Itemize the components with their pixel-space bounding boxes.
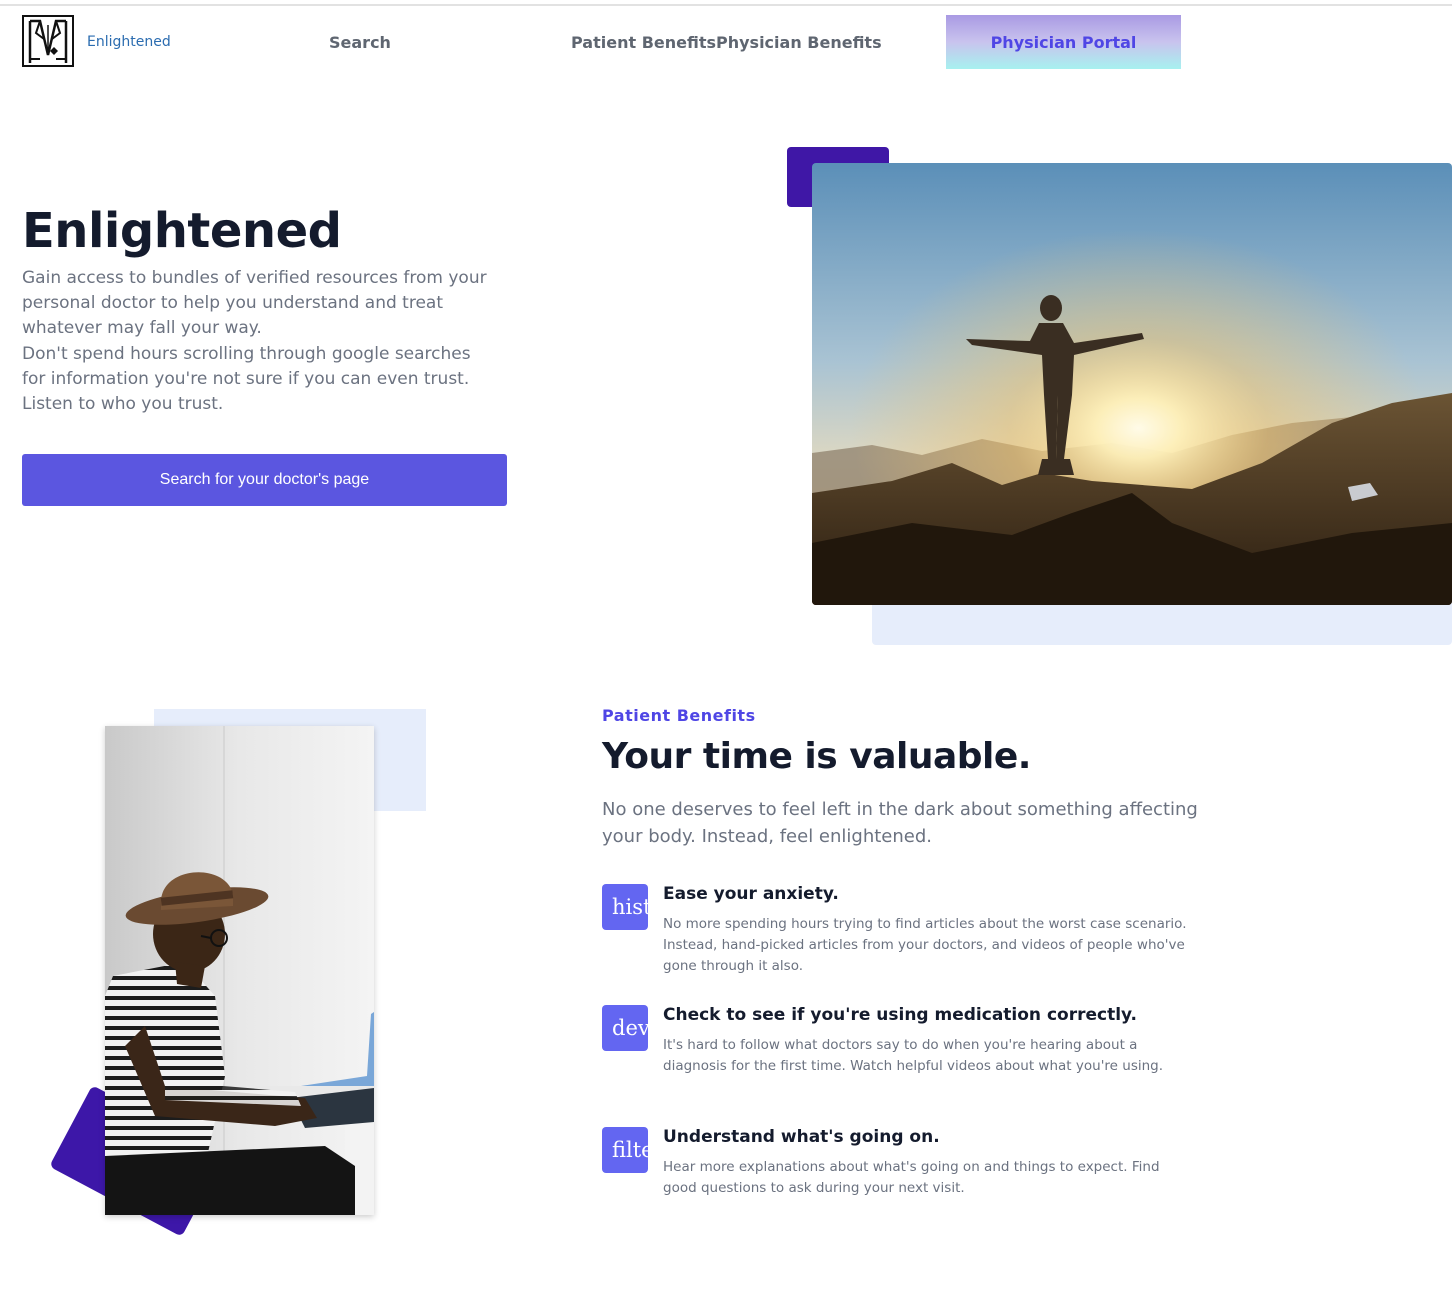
hero-description-line: for information you're not sure if you c…: [22, 368, 470, 389]
logo-icon[interactable]: [22, 15, 74, 67]
hero-description: Gain access to bundles of verified resou…: [22, 266, 512, 417]
nav-search-link[interactable]: Search: [329, 33, 391, 52]
feature-title: Ease your anxiety.: [663, 884, 839, 904]
feature-body-line: Instead, hand-picked articles from your …: [663, 937, 1185, 953]
feature-body-line: good questions to ask during your next v…: [663, 1180, 965, 1196]
benefits-description-line: No one deserves to feel left in the dark…: [602, 799, 1198, 820]
hero-mountain-photo: [812, 163, 1452, 605]
logo-text[interactable]: Enlightened: [87, 34, 171, 50]
filter-icon: filter: [602, 1127, 648, 1173]
feature-body-line: diagnosis for the first time. Watch help…: [663, 1058, 1164, 1074]
hero-description-line: Gain access to bundles of verified resou…: [22, 268, 487, 288]
feature-body-line: gone through it also.: [663, 958, 804, 974]
physician-portal-button[interactable]: Physician Portal: [946, 15, 1181, 69]
nav-physician-benefits-link[interactable]: Physician Benefits: [716, 33, 882, 52]
feature-body-line: It's hard to follow what doctors say to …: [663, 1037, 1138, 1053]
feature-title: Understand what's going on.: [663, 1127, 940, 1147]
feature-body-line: No more spending hours trying to find ar…: [663, 916, 1187, 932]
search-doctor-page-button[interactable]: Search for your doctor's page: [22, 454, 507, 506]
benefits-eyebrow: Patient Benefits: [602, 706, 756, 725]
feature-body: It's hard to follow what doctors say to …: [663, 1035, 1193, 1077]
top-rule: [0, 4, 1452, 6]
feature-body: Hear more explanations about what's goin…: [663, 1157, 1193, 1199]
hero-title: Enlightened: [22, 203, 342, 259]
hero-description-line: Don't spend hours scrolling through goog…: [22, 343, 471, 364]
man-with-laptop-photo: [105, 726, 374, 1215]
benefits-description-line: your body. Instead, feel enlightened.: [602, 826, 933, 847]
hero-description-line: Listen to who you trust.: [22, 394, 224, 415]
feature-body-line: Hear more explanations about what's goin…: [663, 1159, 1160, 1175]
hero-description-line: personal doctor to help you understand a…: [22, 293, 443, 314]
benefits-title: Your time is valuable.: [602, 736, 1031, 777]
nav-patient-benefits-link[interactable]: Patient Benefits: [571, 33, 716, 52]
feature-title: Check to see if you're using medication …: [663, 1005, 1138, 1025]
feature-body: No more spending hours trying to find ar…: [663, 914, 1193, 977]
hero-description-line: whatever may fall your way.: [22, 318, 262, 339]
history-icon: history: [602, 884, 648, 930]
devices-icon: devices: [602, 1005, 648, 1051]
benefits-description: No one deserves to feel left in the dark…: [602, 796, 1202, 850]
